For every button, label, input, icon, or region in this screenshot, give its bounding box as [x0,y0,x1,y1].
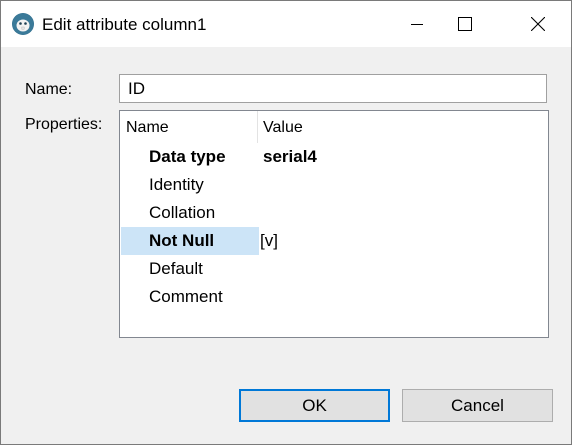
window-title: Edit attribute column1 [42,15,207,34]
property-value[interactable]: serial4 [263,143,317,171]
properties-table[interactable]: Name Value Data type serial4 Identity Co… [119,110,549,338]
cancel-button[interactable]: Cancel [402,389,553,422]
dialog-window: Edit attribute column1 Name: ID Properti… [0,0,572,445]
minimize-icon [411,24,423,25]
dbeaver-icon [12,13,34,35]
property-row-not-null[interactable]: Not Null [v] [120,227,548,255]
property-name: Data type [149,147,226,166]
property-name: Identity [149,175,204,194]
ok-button[interactable]: OK [239,389,390,422]
maximize-button[interactable] [442,1,488,47]
title-bar[interactable]: Edit attribute column1 [1,1,571,47]
close-icon [531,17,545,31]
name-input[interactable]: ID [119,74,547,103]
properties-label: Properties: [25,116,103,133]
property-row-comment[interactable]: Comment [120,283,548,311]
maximize-icon [458,17,472,31]
property-name: Default [149,259,203,278]
column-header-name[interactable]: Name [126,111,169,143]
minimize-button[interactable] [394,1,440,47]
close-button[interactable] [515,1,561,47]
property-row-data-type[interactable]: Data type serial4 [120,143,548,171]
property-value[interactable]: [v] [260,227,278,255]
property-name: Comment [149,287,223,306]
property-name: Not Null [149,231,215,250]
property-name: Collation [149,203,216,222]
property-row-default[interactable]: Default [120,255,548,283]
column-divider[interactable] [257,111,258,143]
column-header-value[interactable]: Value [263,111,303,143]
property-row-identity[interactable]: Identity [120,171,548,199]
property-row-collation[interactable]: Collation [120,199,548,227]
name-label: Name: [25,81,73,98]
